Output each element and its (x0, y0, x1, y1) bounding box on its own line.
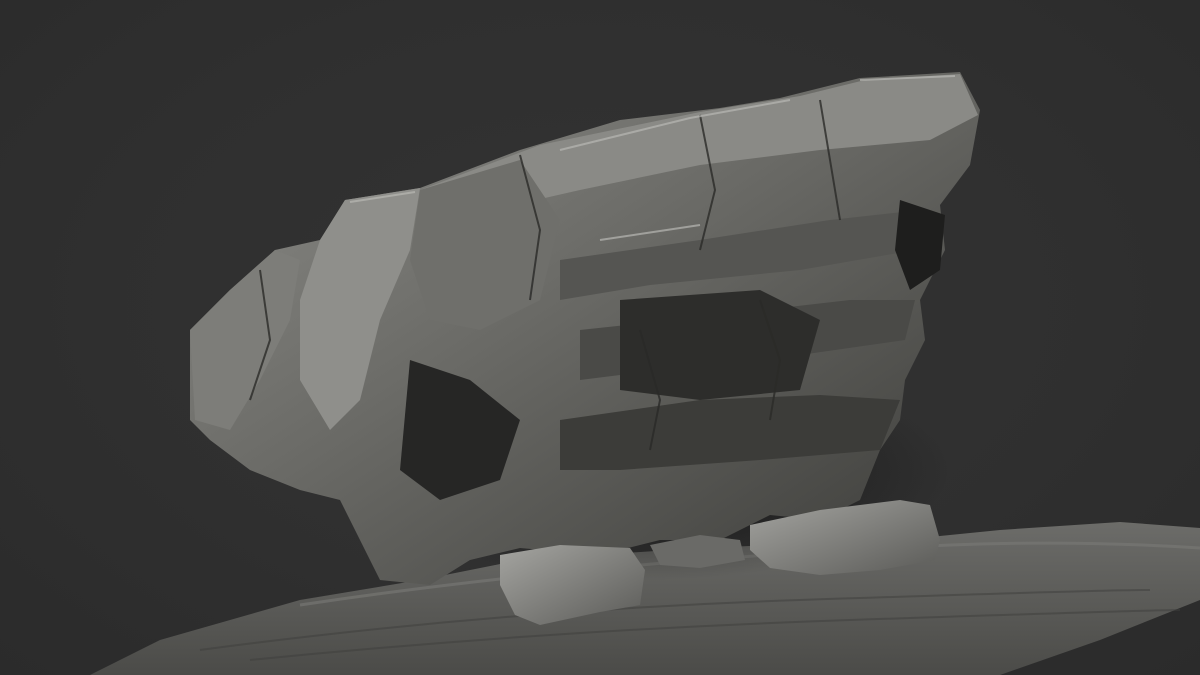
render-viewport (0, 0, 1200, 675)
rock-sculpt-render (90, 72, 1200, 675)
rock-cavity-center (620, 290, 820, 400)
